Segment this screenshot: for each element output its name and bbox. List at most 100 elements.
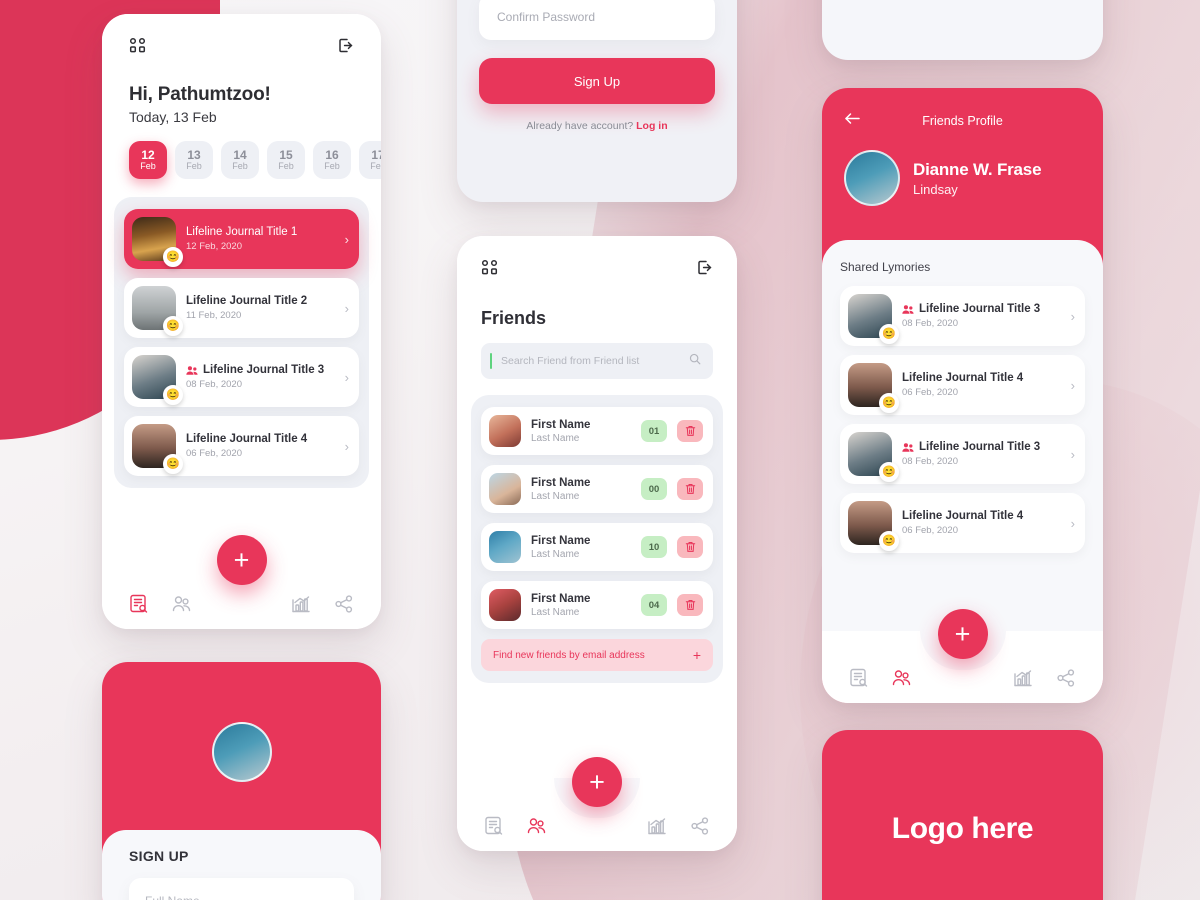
date-chip-month: Feb: [278, 160, 294, 171]
nav-people[interactable]: [171, 593, 193, 615]
grid-icon[interactable]: [481, 259, 498, 281]
friend-search-bar[interactable]: Search Friend from Friend list: [481, 343, 713, 379]
find-new-friends-button[interactable]: Find new friends by email address +: [481, 639, 713, 671]
profile-bottom-nav: +: [822, 609, 1103, 703]
journal-list-item[interactable]: 😊 Lifeline Journal Title 4 06 Feb, 2020 ›: [840, 493, 1085, 553]
date-chip-month: Feb: [324, 160, 340, 171]
friend-list-item[interactable]: First Name Last Name 04: [481, 581, 713, 629]
date-strip[interactable]: 12Feb13Feb14Feb15Feb16Feb17Feb: [129, 141, 381, 183]
profile-nav-icons: [822, 667, 1103, 689]
logout-icon[interactable]: [696, 259, 713, 281]
friend-names: First Name Last Name: [531, 477, 631, 502]
friends-screen-panel: Friends Search Friend from Friend list F…: [457, 236, 737, 851]
journal-list-item[interactable]: 😊 Lifeline Journal Title 3 08 Feb, 2020 ›: [840, 424, 1085, 484]
delete-friend-button[interactable]: [677, 536, 703, 558]
date-chip-15[interactable]: 15 Feb: [267, 141, 305, 179]
journal-thumbnail: 😊: [848, 501, 899, 551]
login-link[interactable]: Log in: [636, 120, 668, 132]
chevron-right-icon[interactable]: ›: [345, 301, 349, 316]
full-name-field[interactable]: Full Name: [129, 878, 354, 900]
nav-chart[interactable]: [646, 815, 668, 837]
shared-section-title: Shared Lymories: [840, 260, 931, 274]
journal-list-item[interactable]: 😊 Lifeline Journal Title 4 06 Feb, 2020 ›: [124, 416, 359, 476]
date-chip-12[interactable]: 12 Feb: [129, 141, 167, 179]
nav-journal-search[interactable]: [483, 815, 505, 837]
journal-list-item[interactable]: 😊 Lifeline Journal Title 4 06 Feb, 2020 ›: [840, 355, 1085, 415]
nav-chart[interactable]: [1012, 667, 1034, 689]
chevron-right-icon[interactable]: ›: [1071, 378, 1075, 393]
journal-date: 08 Feb, 2020: [186, 379, 242, 390]
chevron-right-icon[interactable]: ›: [1071, 516, 1075, 531]
add-button-fab[interactable]: +: [216, 535, 267, 585]
journal-date: 06 Feb, 2020: [902, 525, 958, 536]
journal-thumbnail: 😊: [132, 355, 183, 405]
journal-title: Lifeline Journal Title 4: [186, 433, 308, 445]
friend-count-badge: 00: [641, 478, 667, 500]
chevron-right-icon[interactable]: ›: [345, 232, 349, 247]
chevron-right-icon[interactable]: ›: [345, 370, 349, 385]
search-icon[interactable]: [689, 352, 701, 370]
journal-title: Lifeline Journal Title 3: [203, 364, 325, 376]
text-cursor: [490, 353, 492, 369]
search-input[interactable]: Search Friend from Friend list: [501, 355, 680, 367]
friend-list-item[interactable]: First Name Last Name 10: [481, 523, 713, 571]
add-button-fab[interactable]: +: [937, 609, 988, 659]
journal-list-item[interactable]: 😊 Lifeline Journal Title 3 08 Feb, 2020 ›: [840, 286, 1085, 346]
shared-journal-list: 😊 Lifeline Journal Title 3 08 Feb, 2020 › 😊 L…: [840, 286, 1085, 553]
journal-title-row: Lifeline Journal Title 3: [186, 364, 335, 376]
nav-share[interactable]: [689, 815, 711, 837]
chevron-right-icon[interactable]: ›: [1071, 447, 1075, 462]
nav-share[interactable]: [333, 593, 355, 615]
mood-emoji-badge: 😊: [163, 247, 183, 267]
nav-chart[interactable]: [290, 593, 312, 615]
friend-count-badge: 10: [641, 536, 667, 558]
journal-list-item[interactable]: 😊 Lifeline Journal Title 2 11 Feb, 2020 ›: [124, 278, 359, 338]
nav-people[interactable]: [891, 667, 913, 689]
nav-people[interactable]: [526, 815, 548, 837]
date-chip-16[interactable]: 16 Feb: [313, 141, 351, 179]
delete-friend-button[interactable]: [677, 420, 703, 442]
shared-group-icon: [902, 442, 914, 453]
journal-title: Lifeline Journal Title 3: [919, 303, 1041, 315]
date-chip-month: Feb: [232, 160, 248, 171]
journal-title: Lifeline Journal Title 3: [919, 441, 1041, 453]
date-chip-day: 13: [187, 147, 201, 162]
journal-title-row: Lifeline Journal Title 3: [902, 303, 1061, 315]
journal-list-item[interactable]: 😊 Lifeline Journal Title 3 08 Feb, 2020 ›: [124, 347, 359, 407]
date-chip-14[interactable]: 14 Feb: [221, 141, 259, 179]
delete-friend-button[interactable]: [677, 478, 703, 500]
delete-friend-button[interactable]: [677, 594, 703, 616]
plus-icon[interactable]: +: [693, 647, 701, 663]
grid-icon[interactable]: [129, 37, 146, 59]
journal-title-row: Lifeline Journal Title 4: [902, 372, 1061, 384]
home-header: Hi, Pathumtzoo! Today, 13 Feb 12 Feb 13 Feb…: [102, 14, 381, 183]
chevron-right-icon[interactable]: ›: [345, 439, 349, 454]
friends-page-title: Friends: [481, 308, 547, 328]
date-chip-day: 17: [371, 147, 381, 162]
profile-subtitle: Lindsay: [913, 181, 958, 197]
chevron-right-icon[interactable]: ›: [1071, 309, 1075, 324]
signup-submit-button[interactable]: Sign Up: [479, 58, 715, 104]
journal-text: Lifeline Journal Title 4 06 Feb, 2020: [902, 510, 1061, 536]
friend-names: First Name Last Name: [531, 419, 631, 444]
nav-journal-search[interactable]: [128, 593, 150, 615]
friend-names: First Name Last Name: [531, 535, 631, 560]
journal-date: 11 Feb, 2020: [186, 310, 242, 321]
mood-emoji-badge: 😊: [879, 531, 899, 551]
add-button-fab[interactable]: +: [572, 757, 622, 807]
confirm-password-field[interactable]: Confirm Password: [479, 0, 715, 40]
date-chip-13[interactable]: 13 Feb: [175, 141, 213, 179]
nav-share[interactable]: [1055, 667, 1077, 689]
mood-emoji-badge: 😊: [879, 324, 899, 344]
logout-icon[interactable]: [337, 37, 354, 59]
date-chip-17[interactable]: 17Feb: [359, 141, 381, 179]
journal-date: 08 Feb, 2020: [902, 318, 958, 329]
signup-avatar: [211, 722, 272, 782]
journal-list-item[interactable]: 😊 Lifeline Journal Title 1 12 Feb, 2020 ›: [124, 209, 359, 269]
avatar: [489, 473, 521, 505]
signup-title: SIGN UP: [129, 848, 189, 864]
friend-list-item[interactable]: First Name Last Name 01: [481, 407, 713, 455]
nav-journal-search[interactable]: [848, 667, 870, 689]
friend-list-item[interactable]: First Name Last Name 00: [481, 465, 713, 513]
profile-nav-row: Friends Profile: [844, 112, 1081, 130]
